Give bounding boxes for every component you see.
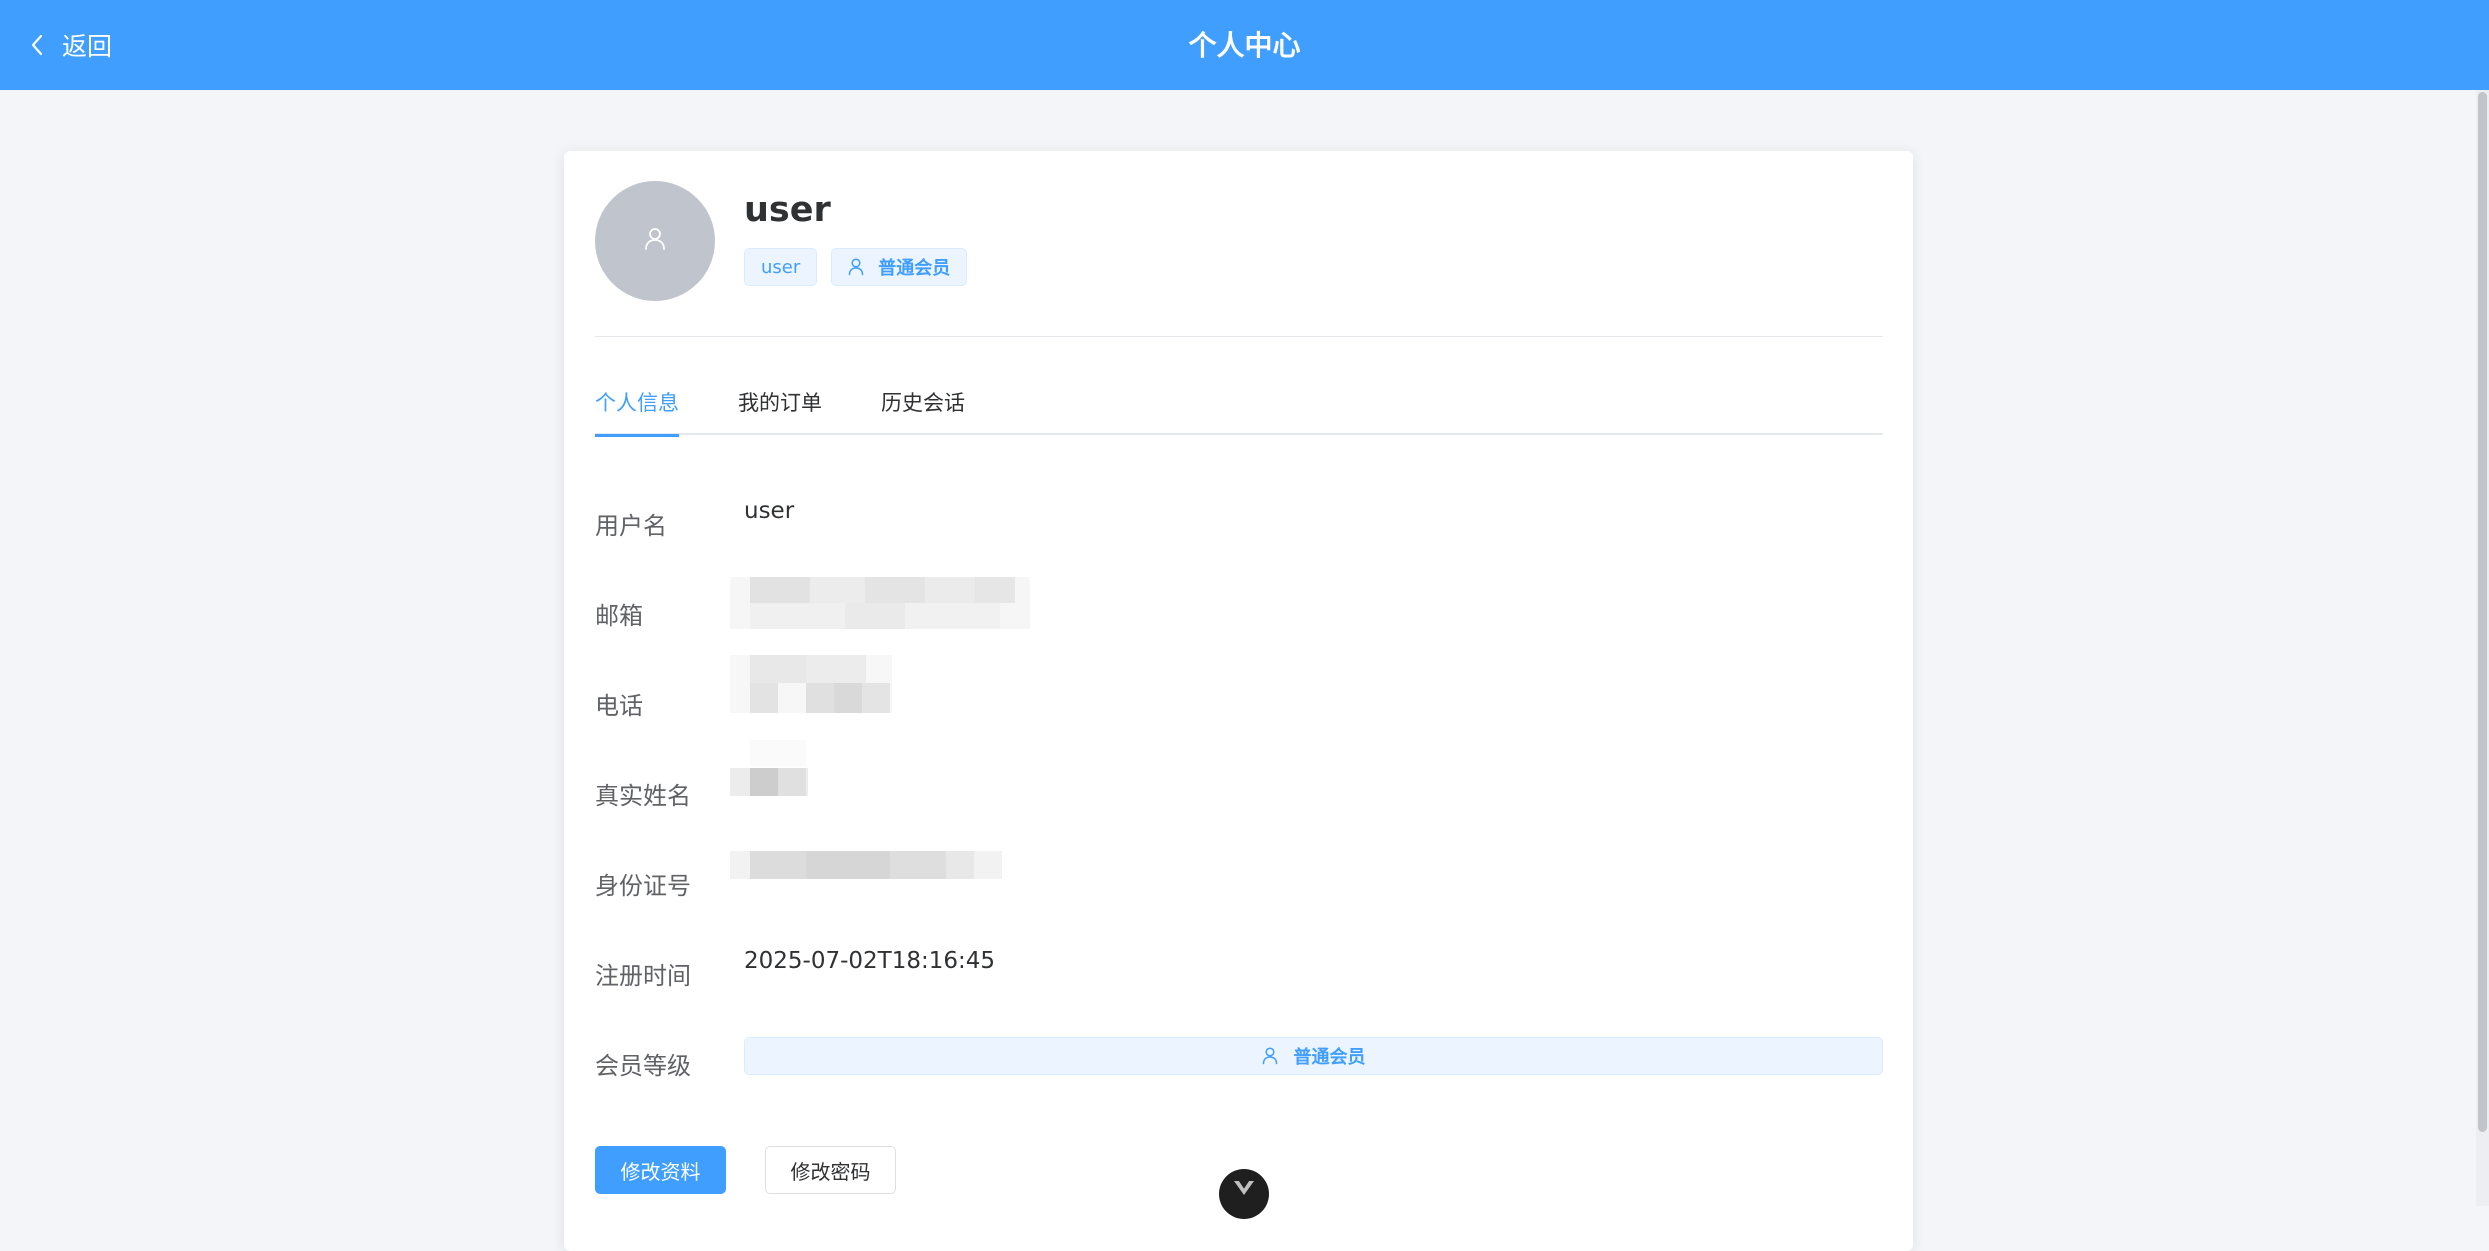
member-tag: 普通会员: [831, 248, 968, 286]
register-time-label: 注册时间: [595, 962, 691, 990]
idcard-value-redacted: [730, 851, 1002, 879]
member-level-badge: 普通会员: [744, 1037, 1883, 1075]
phone-value-redacted: [730, 655, 892, 713]
tab-chat-history[interactable]: 历史会话: [881, 389, 965, 435]
avatar: [595, 181, 715, 301]
tab-personal-info[interactable]: 个人信息: [595, 389, 679, 437]
profile-tabs: 个人信息 我的订单 历史会话: [595, 389, 1883, 437]
member-level-label: 会员等级: [595, 1052, 691, 1080]
role-tag-label: user: [761, 256, 801, 278]
tab-my-orders[interactable]: 我的订单: [738, 389, 822, 435]
realname-label: 真实姓名: [595, 782, 691, 810]
profile-card: user user 普通会员 个人信息 我的订单 历史会话 用户名 user 邮…: [564, 151, 1913, 1251]
username-value: user: [744, 498, 795, 524]
header-divider: [595, 336, 1883, 337]
v-logo-icon: [1233, 1180, 1255, 1200]
profile-tags: user 普通会员: [744, 248, 968, 286]
email-value-redacted: [730, 577, 1030, 629]
realname-value-redacted: [730, 740, 808, 796]
register-time-value: 2025-07-02T18:16:45: [744, 948, 996, 974]
change-password-label: 修改密码: [790, 1159, 871, 1184]
edit-profile-button[interactable]: 修改资料: [595, 1146, 726, 1194]
email-label: 邮箱: [595, 602, 643, 630]
header-bar: 返回 个人中心: [0, 0, 2489, 90]
floating-toggle-button[interactable]: [1219, 1169, 1269, 1219]
user-icon: [1262, 1047, 1278, 1065]
member-tag-label: 普通会员: [878, 258, 951, 279]
username-label: 用户名: [595, 512, 667, 540]
user-icon: [644, 227, 666, 255]
page-title: 个人中心: [1188, 29, 1301, 62]
role-tag: user: [744, 248, 818, 286]
change-password-button[interactable]: 修改密码: [765, 1146, 896, 1194]
scrollbar[interactable]: [2476, 90, 2489, 1206]
phone-label: 电话: [595, 692, 643, 720]
user-icon: [848, 258, 864, 276]
member-level-value: 普通会员: [1293, 1047, 1366, 1068]
scrollbar-thumb[interactable]: [2478, 92, 2487, 1132]
idcard-label: 身份证号: [595, 872, 691, 900]
edit-profile-label: 修改资料: [620, 1159, 701, 1184]
profile-username: user: [744, 190, 831, 230]
